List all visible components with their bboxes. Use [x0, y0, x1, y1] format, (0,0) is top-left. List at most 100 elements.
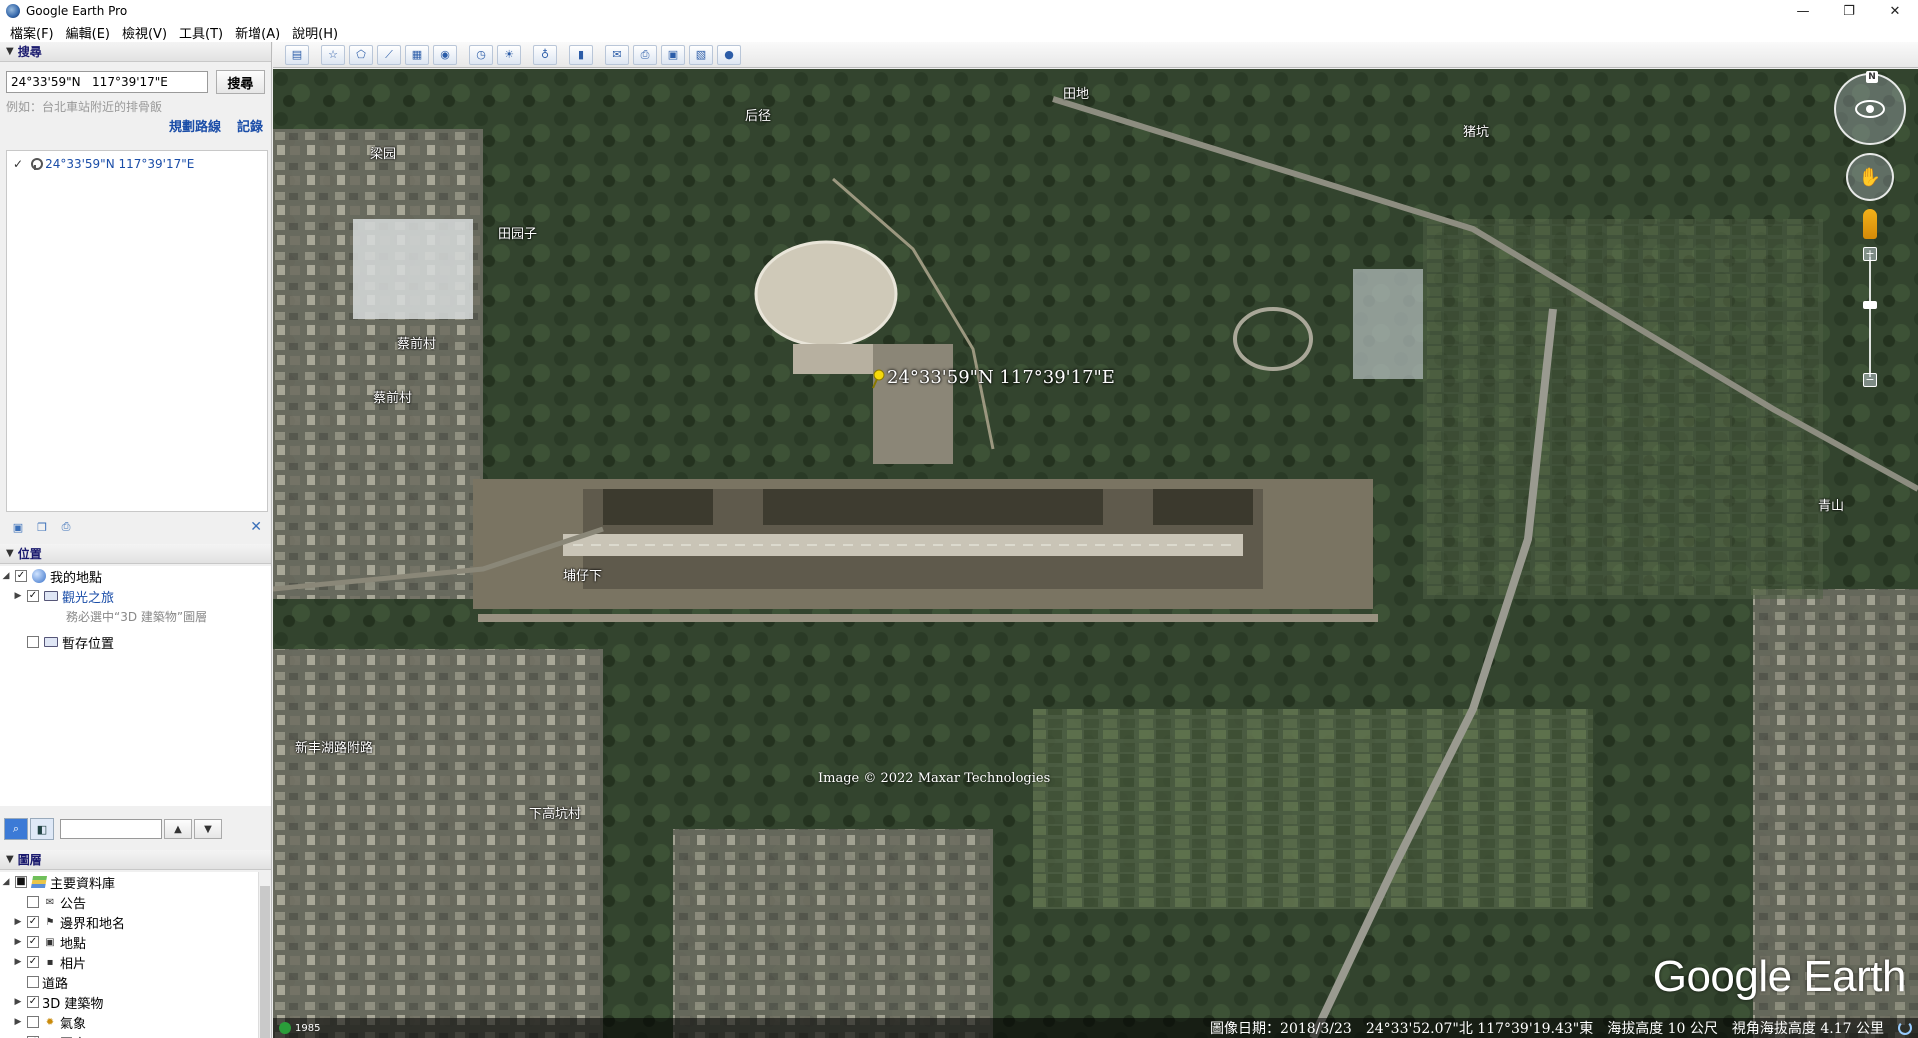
expand-right-icon[interactable]: ▶: [12, 1017, 24, 1027]
layer-checkbox[interactable]: ✓: [27, 996, 39, 1008]
layer-checkbox[interactable]: ✓: [27, 956, 39, 968]
imagery-date: 圖像日期：2018/3/23: [1210, 1021, 1352, 1037]
placemark-label[interactable]: 24°33'59"N 117°39'17"E: [887, 367, 1115, 388]
zoom-out-icon[interactable]: −: [1863, 373, 1877, 387]
path-icon[interactable]: ⟋: [377, 44, 401, 65]
satellite-imagery[interactable]: [273, 69, 1918, 1038]
image-overlay-icon[interactable]: ▦: [405, 44, 429, 65]
print-icon[interactable]: ⎙: [633, 44, 657, 65]
tree-item-tour[interactable]: ▶ ✓ 觀光之旅: [0, 586, 271, 606]
checkbox[interactable]: [27, 636, 39, 648]
layer-item[interactable]: 道路: [0, 972, 258, 992]
map-place-label: 埔仔下: [563, 569, 603, 584]
search-button[interactable]: 搜尋: [215, 70, 265, 94]
email-icon[interactable]: ✉: [605, 44, 629, 65]
layer-checkbox[interactable]: ■: [15, 876, 27, 888]
move-joystick[interactable]: ✋: [1846, 153, 1894, 201]
menu-tools[interactable]: 工具(T): [173, 23, 229, 42]
layer-label: 圖庫: [60, 1033, 86, 1038]
scrollbar-thumb[interactable]: [260, 886, 270, 1038]
layer-item[interactable]: ▶ ✹ 氣象: [0, 1012, 258, 1032]
map-viewport[interactable]: 田地 后径 梁园 猪坑 田园子 蔡前村 蔡前村 埔仔下 下高坑村 青山 新丰湖路…: [273, 69, 1918, 1038]
menu-file[interactable]: 檔案(F): [4, 23, 60, 42]
layer-checkbox[interactable]: [27, 976, 39, 988]
navigation-controls: N ✋ + −: [1834, 71, 1908, 387]
layers-scrollbar[interactable]: [258, 872, 271, 1038]
planets-icon[interactable]: ♁: [533, 44, 557, 65]
layer-item[interactable]: ▶ ✓ ▪ 相片: [0, 952, 258, 972]
close-window-button[interactable]: ✕: [1872, 0, 1918, 22]
places-filter-input[interactable]: [60, 819, 162, 839]
zoom-in-icon[interactable]: +: [1863, 247, 1877, 261]
print-icon[interactable]: ⎙: [58, 520, 74, 534]
panel-toggle-icon[interactable]: ◧: [30, 818, 54, 840]
layer-checkbox[interactable]: ✓: [27, 916, 39, 928]
layer-item[interactable]: ▶✓★圖庫: [0, 1032, 258, 1038]
checkbox[interactable]: ✓: [27, 590, 39, 602]
copy-icon[interactable]: ❐: [34, 520, 50, 534]
minimize-button[interactable]: —: [1780, 0, 1826, 22]
sidebar-toggle-icon[interactable]: ▤: [285, 44, 309, 65]
yellow-pushpin-icon[interactable]: [871, 369, 885, 389]
street-view-pegman-icon[interactable]: [1863, 209, 1877, 239]
tree-item-label[interactable]: 觀光之旅: [62, 587, 114, 606]
restore-button[interactable]: ❐: [1826, 0, 1872, 22]
search-input[interactable]: [6, 71, 208, 93]
checkbox[interactable]: ✓: [15, 570, 27, 582]
places-panel-header[interactable]: ▼ 位置: [0, 544, 271, 564]
polygon-icon[interactable]: ⬠: [349, 44, 373, 65]
search-hint: 例如：台北車站附近的排骨飯: [6, 100, 163, 114]
expand-right-icon[interactable]: ▶: [12, 917, 24, 927]
tree-item-label: 我的地點: [50, 570, 103, 586]
layer-checkbox[interactable]: ✓: [27, 936, 39, 948]
ruler-icon[interactable]: ▮: [569, 44, 593, 65]
search-places-icon[interactable]: ⌕: [4, 818, 28, 840]
history-link[interactable]: 記錄: [237, 116, 263, 135]
menu-add[interactable]: 新增(A): [229, 23, 286, 42]
layer-item[interactable]: ◢ ■ 主要資料庫: [0, 872, 258, 892]
sunlight-icon[interactable]: ☀: [497, 44, 521, 65]
expand-right-icon[interactable]: ▶: [12, 957, 24, 967]
view-in-maps-icon[interactable]: ▧: [689, 44, 713, 65]
expand-right-icon[interactable]: ▶: [12, 997, 24, 1007]
menu-view[interactable]: 檢視(V): [116, 23, 173, 42]
layer-item[interactable]: ▶ ✓ ⚑ 邊界和地名: [0, 912, 258, 932]
eye-icon: [1855, 100, 1885, 118]
record-tour-icon[interactable]: ◉: [433, 44, 457, 65]
search-result-item[interactable]: ✓ 24°33'59"N 117°39'17"E: [7, 151, 267, 177]
streaming-status-icon: [1898, 1021, 1912, 1035]
menu-edit[interactable]: 編輯(E): [60, 23, 116, 42]
expand-right-icon[interactable]: ▶: [12, 937, 24, 947]
title-bar: Google Earth Pro — ❐ ✕: [0, 0, 1918, 22]
search-panel-header[interactable]: ▼ 搜尋: [0, 42, 271, 62]
menu-help[interactable]: 說明(H): [286, 23, 344, 42]
layer-checkbox[interactable]: [27, 1016, 39, 1028]
map-place-label: 猪坑: [1463, 125, 1490, 140]
layer-item[interactable]: ▶ ✓ 3D 建築物: [0, 992, 258, 1012]
add-folder-icon[interactable]: ▣: [10, 520, 26, 534]
north-indicator-icon[interactable]: N: [1866, 71, 1878, 83]
save-image-icon[interactable]: ▣: [661, 44, 685, 65]
directions-link[interactable]: 規劃路線: [169, 116, 221, 135]
status-bar: 1985 圖像日期：2018/3/23 24°33'52.07"北 117°39…: [273, 1018, 1918, 1038]
clear-results-icon[interactable]: ✕: [250, 519, 262, 535]
earth-gallery-icon[interactable]: ●: [717, 44, 741, 65]
time-icon: [279, 1022, 291, 1034]
layer-item[interactable]: ▶ ✓ ▣ 地點: [0, 932, 258, 952]
layers-panel-header[interactable]: ▼ 圖層: [0, 850, 271, 870]
historical-year-badge[interactable]: 1985: [279, 1022, 320, 1034]
zoom-slider-thumb[interactable]: [1863, 301, 1877, 309]
expand-right-icon[interactable]: ◢: [0, 877, 12, 887]
expand-down-icon[interactable]: ◢: [0, 571, 12, 581]
zoom-slider[interactable]: + −: [1863, 247, 1877, 387]
layer-checkbox[interactable]: [27, 896, 39, 908]
arrow-down-icon[interactable]: ▼: [194, 819, 222, 839]
layer-item[interactable]: ✉ 公告: [0, 892, 258, 912]
placemark-icon[interactable]: ☆: [321, 44, 345, 65]
arrow-up-icon[interactable]: ▲: [164, 819, 192, 839]
tree-item-my-places[interactable]: ◢ ✓ 我的地點: [0, 566, 271, 586]
historical-imagery-icon[interactable]: ◷: [469, 44, 493, 65]
tree-item-temporary[interactable]: 暫存位置: [0, 632, 271, 652]
expand-right-icon[interactable]: ▶: [12, 591, 24, 601]
look-joystick[interactable]: N: [1834, 71, 1906, 145]
